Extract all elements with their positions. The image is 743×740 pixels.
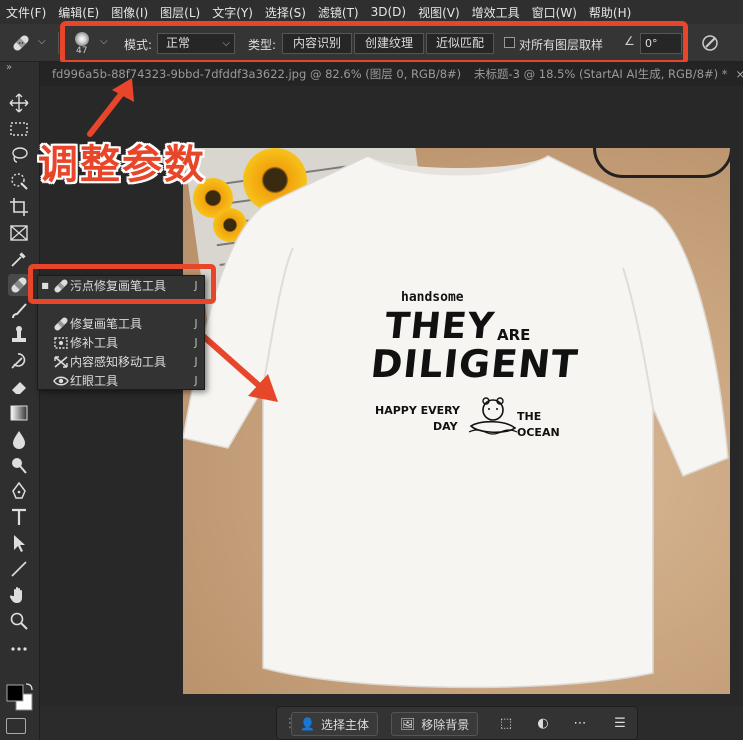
tab-document-2[interactable]: 未标题-3 @ 18.5% (StartAI AI生成, RGB/8#) * × — [474, 62, 743, 86]
divider — [58, 32, 59, 54]
document-image[interactable]: handsome THEY ARE DILIGENT HAPPY EVERY D… — [183, 148, 730, 694]
dodge-tool-icon[interactable] — [8, 454, 30, 476]
remove-background-label: 移除背景 — [421, 717, 470, 732]
annotation-arrow — [87, 78, 134, 137]
select-subject-button[interactable]: 👤 选择主体 — [291, 712, 378, 736]
menu-layer[interactable]: 图层(L) — [154, 4, 206, 21]
menu-type[interactable]: 文字(Y) — [206, 4, 259, 21]
print-they: THEY — [382, 306, 497, 347]
flyout-item-label: 红眼工具 — [70, 374, 119, 388]
shortcut-key: J — [194, 317, 198, 330]
shortcut-key: J — [194, 336, 198, 349]
brush-tool-icon[interactable] — [8, 300, 30, 322]
menu-3d[interactable]: 3D(D) — [365, 5, 412, 19]
chevron-down-icon[interactable]: ⌵ — [38, 36, 46, 47]
print-happy-every: HAPPY EVERY — [375, 404, 461, 417]
person-icon: 👤 — [300, 717, 315, 731]
quick-select-tool-icon[interactable] — [8, 170, 30, 192]
crop-tool-icon[interactable] — [8, 196, 30, 218]
marquee-tool-icon[interactable] — [8, 118, 30, 140]
image-icon: 🖼 — [400, 717, 416, 731]
menu-filter[interactable]: 滤镜(T) — [312, 4, 365, 21]
color-swatches[interactable] — [4, 682, 36, 714]
content-aware-move-icon — [52, 354, 70, 370]
flyout-item-label: 内容感知移动工具 — [70, 355, 167, 369]
gradient-tool-icon[interactable] — [8, 402, 30, 424]
menu-help[interactable]: 帮助(H) — [583, 4, 637, 21]
spot-healing-tool-icon[interactable] — [8, 274, 30, 296]
print-handsome: handsome — [401, 290, 464, 305]
move-tool-icon[interactable] — [8, 92, 30, 114]
hand-tool-icon[interactable] — [8, 584, 30, 606]
contrast-icon[interactable]: ◐ — [534, 715, 552, 733]
zoom-tool-icon[interactable] — [8, 610, 30, 632]
clone-stamp-tool-icon[interactable] — [8, 324, 30, 346]
menu-view[interactable]: 视图(V) — [412, 4, 466, 21]
blur-tool-icon[interactable] — [8, 428, 30, 450]
bandage-icon — [52, 316, 70, 332]
flyout-item-content-aware-move[interactable]: 内容感知移动工具 J — [38, 352, 206, 371]
settings-sliders-icon[interactable]: ☰ — [611, 715, 629, 733]
history-brush-tool-icon[interactable] — [8, 350, 30, 372]
flyout-item-label: 修复画笔工具 — [70, 317, 143, 331]
print-ocean: OCEAN — [517, 426, 560, 439]
print-day: DAY — [433, 420, 458, 433]
menu-image[interactable]: 图像(I) — [105, 4, 154, 21]
menu-plugins[interactable]: 增效工具 — [466, 4, 526, 21]
shortcut-key: J — [194, 355, 198, 368]
menu-select[interactable]: 选择(S) — [259, 4, 312, 21]
eye-icon — [52, 373, 70, 389]
flyout-item-healing-brush[interactable]: 修复画笔工具 J — [38, 314, 206, 333]
annotation-highlight-tool — [28, 264, 216, 304]
pen-tool-icon[interactable] — [8, 480, 30, 502]
eraser-tool-icon[interactable] — [8, 376, 30, 398]
menu-file[interactable]: 文件(F) — [0, 4, 52, 21]
bear-icon — [468, 397, 517, 435]
document-tab-bar: fd996a5b-88f74323-9bbd-7dfddf3a3622.jpg … — [40, 62, 743, 86]
collapse-icon[interactable]: » — [6, 62, 12, 73]
close-icon[interactable]: × — [736, 67, 743, 81]
lasso-tool-icon[interactable] — [8, 144, 30, 166]
frame-tool-icon[interactable] — [8, 222, 30, 244]
patch-icon — [52, 335, 70, 351]
flyout-item-patch[interactable]: 修补工具 J — [38, 333, 206, 352]
quick-mask-icon[interactable] — [6, 718, 26, 734]
print-diligent: DILIGENT — [368, 342, 581, 386]
type-tool-icon[interactable] — [8, 506, 30, 528]
more-tools-icon[interactable] — [8, 638, 30, 660]
flyout-item-label: 修补工具 — [70, 336, 119, 350]
remove-background-button[interactable]: 🖼 移除背景 — [391, 712, 479, 736]
menu-window[interactable]: 窗口(W) — [526, 4, 583, 21]
line-tool-icon[interactable] — [8, 558, 30, 580]
contextual-task-bar: ⋮ 👤 选择主体 🖼 移除背景 ⬚ ◐ ⋯ ☰ — [276, 706, 638, 740]
path-select-tool-icon[interactable] — [8, 532, 30, 554]
select-subject-label: 选择主体 — [320, 717, 369, 732]
annotation-highlight-options — [60, 21, 688, 65]
print-the: THE — [517, 410, 542, 423]
flyout-item-red-eye[interactable]: 红眼工具 J — [38, 371, 206, 390]
pressure-pen-icon[interactable] — [700, 33, 720, 53]
more-options-icon[interactable]: ⋯ — [571, 715, 589, 733]
shortcut-key: J — [194, 374, 198, 387]
tab-title: 未标题-3 @ 18.5% (StartAI AI生成, RGB/8#) * — [474, 67, 728, 81]
tools-panel: » — [0, 62, 40, 740]
menu-edit[interactable]: 编辑(E) — [52, 4, 105, 21]
transform-icon[interactable]: ⬚ — [497, 715, 515, 733]
bandage-icon[interactable] — [10, 32, 32, 54]
eyedropper-tool-icon[interactable] — [8, 248, 30, 270]
